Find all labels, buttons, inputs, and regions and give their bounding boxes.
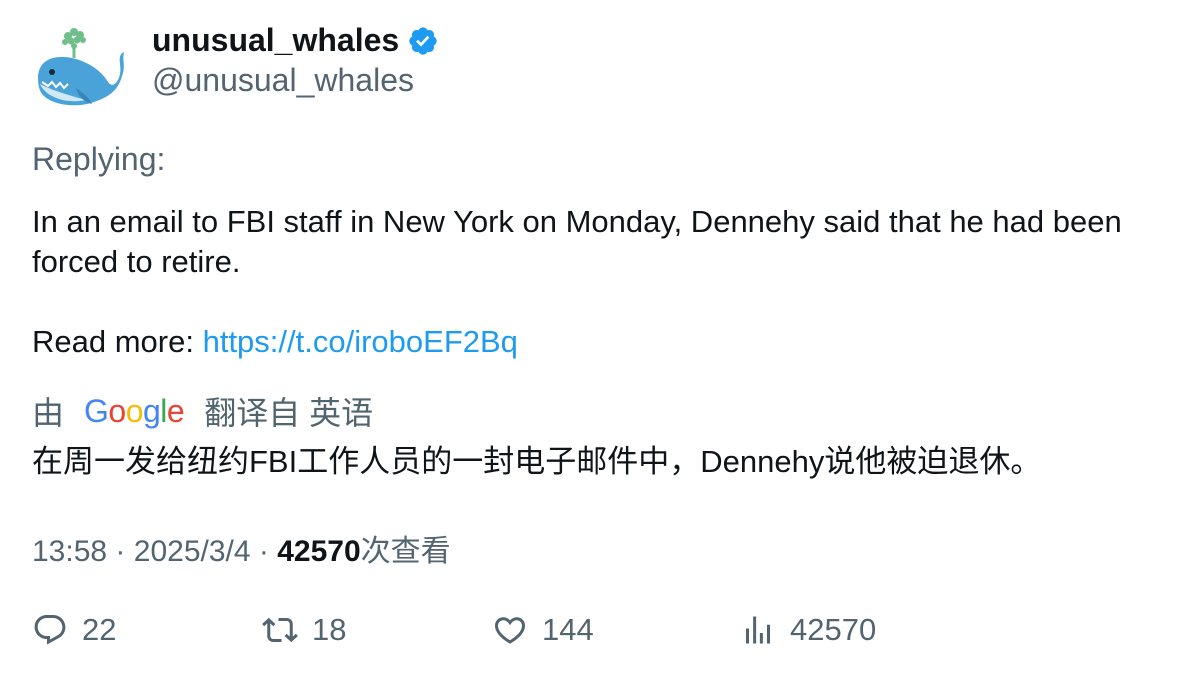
retweet-count: 18 — [312, 612, 347, 647]
like-button[interactable]: 144 — [492, 612, 594, 648]
meta-separator: · — [115, 535, 126, 568]
action-bar: 22 18 144 42570 — [0, 612, 1196, 652]
retweet-icon — [262, 617, 298, 643]
author-display-name[interactable]: unusual_whales — [152, 22, 399, 59]
like-count: 144 — [542, 612, 594, 647]
views-button[interactable]: 42570 — [740, 612, 876, 648]
avatar[interactable] — [32, 26, 128, 112]
reply-button[interactable]: 22 — [32, 612, 116, 648]
analytics-icon — [746, 616, 770, 644]
translated-text: 在周一发给纽约FBI工作人员的一封电子邮件中，Dennehy说他被迫退休。 — [32, 444, 1042, 479]
tweet-meta: 13:58 · 2025/3/4 · 42570次查看 — [32, 526, 451, 570]
translated-from-label[interactable]: 翻译自 英语 — [204, 388, 373, 434]
heart-icon — [494, 617, 526, 644]
tweet-text-body: In an email to FBI staff in New York on … — [32, 204, 1122, 279]
tweet-link[interactable]: https://t.co/iroboEF2Bq — [203, 324, 518, 359]
read-more-label: Read more: — [32, 324, 194, 359]
reply-count: 22 — [82, 612, 117, 647]
author-handle[interactable]: @unusual_whales — [152, 62, 414, 99]
tweet-time[interactable]: 13:58 — [32, 535, 107, 568]
tweet-read-more: Read more: https://t.co/iroboEF2Bq — [32, 322, 1172, 362]
google-logo-icon: Google — [84, 392, 185, 429]
author-name-row: unusual_whales — [152, 22, 439, 59]
verified-badge-icon — [409, 26, 437, 55]
view-count: 42570 — [277, 535, 361, 568]
meta-separator: · — [258, 535, 269, 568]
views-label: 次查看 — [360, 535, 451, 568]
replying-label: Replying: — [32, 141, 166, 177]
tweet-text: In an email to FBI staff in New York on … — [32, 202, 1172, 362]
tweet-date[interactable]: 2025/3/4 — [134, 535, 251, 568]
whale-avatar-icon — [38, 28, 124, 106]
translation-attribution: 由 Google 翻译自 英语 — [32, 388, 373, 434]
views-count: 42570 — [790, 612, 877, 647]
reply-icon — [34, 615, 66, 645]
retweet-button[interactable]: 18 — [262, 612, 346, 648]
translated-by-label: 由 — [32, 395, 65, 431]
